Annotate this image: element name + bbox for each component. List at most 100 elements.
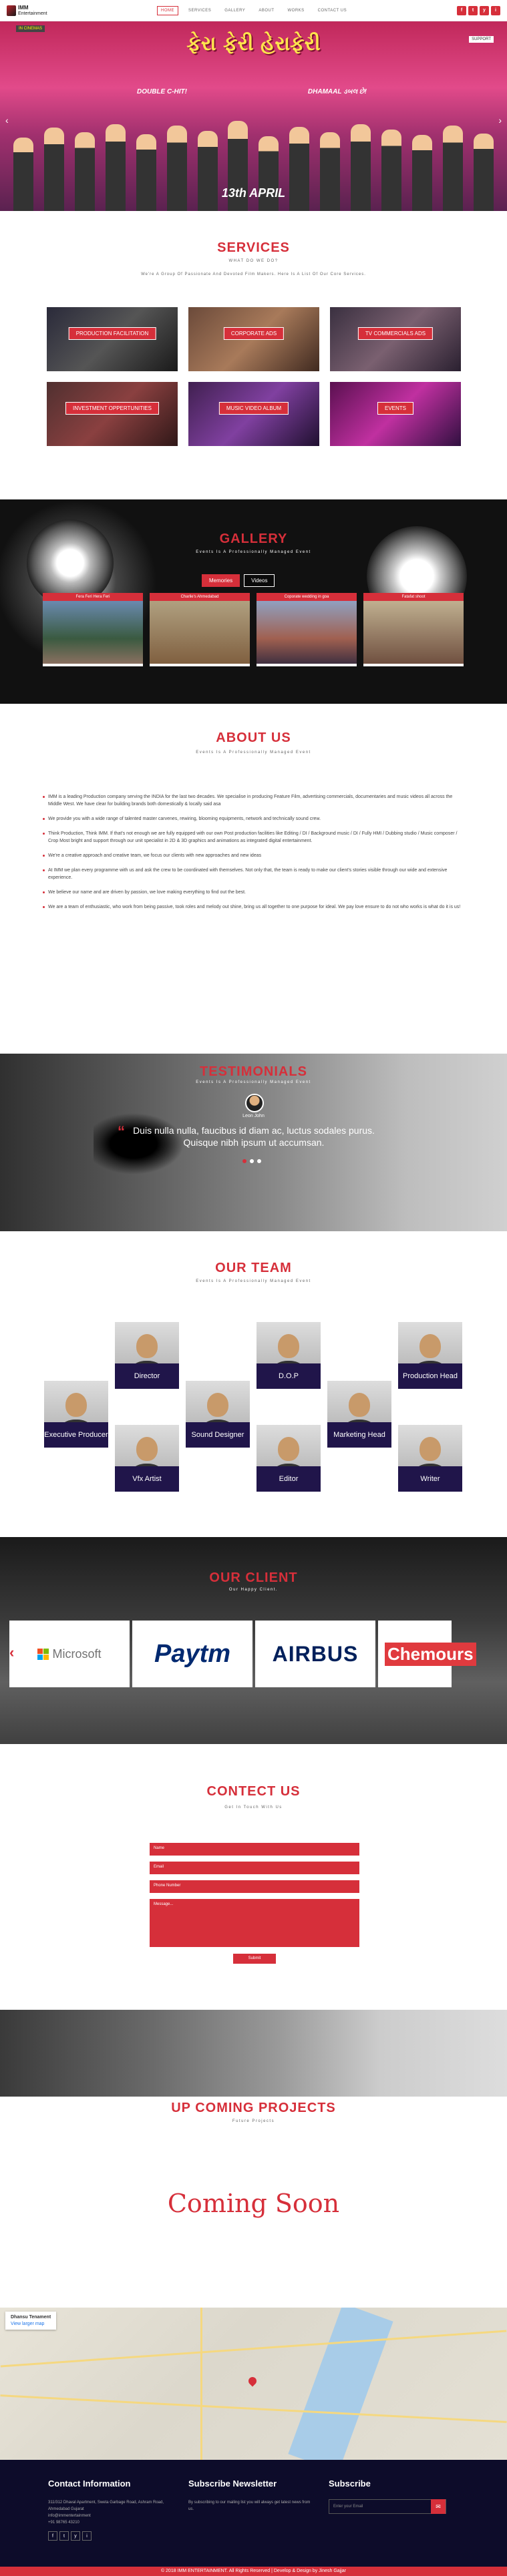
service-card[interactable]: CORPORATE ADS <box>188 307 319 371</box>
nav-home[interactable]: HOME <box>157 5 178 15</box>
gallery-item[interactable]: Charlie's Ahmedabad <box>150 593 250 666</box>
client-logo-microsoft[interactable]: Microsoft <box>9 1621 130 1687</box>
service-card[interactable]: MUSIC VIDEO ALBUM <box>188 382 319 446</box>
nav-gallery[interactable]: GALLERY <box>221 7 248 15</box>
team-role: Editor <box>257 1466 321 1492</box>
team-card-production-head[interactable]: Production Head <box>398 1322 462 1389</box>
client-logos: Microsoft Paytm AIRBUS Chemours <box>9 1621 476 1687</box>
team-card-vfx-artist[interactable]: Vfx Artist <box>115 1425 179 1492</box>
team-card-sound-designer[interactable]: Sound Designer <box>186 1381 250 1448</box>
twitter-icon[interactable]: t <box>468 5 478 15</box>
gallery-item[interactable]: Coporate wedding in goa <box>257 593 357 666</box>
footer-email[interactable]: info@immentertainment <box>48 2513 175 2519</box>
tab-videos[interactable]: Videos <box>244 574 275 587</box>
chevron-right-icon[interactable]: › <box>498 115 502 126</box>
about-subtitle: Events Is A Professionally Managed Event <box>196 750 311 755</box>
client-logo-airbus[interactable]: AIRBUS <box>255 1621 375 1687</box>
client-logo-chemours[interactable]: Chemours <box>378 1621 476 1687</box>
service-label: PRODUCTION FACILITATION <box>68 327 156 340</box>
view-larger-map-link[interactable]: View larger map <box>11 2322 51 2326</box>
service-card[interactable]: EVENTS <box>330 382 461 446</box>
chevron-left-icon[interactable]: ‹ <box>5 115 9 126</box>
email-field[interactable]: Email <box>150 1862 359 1874</box>
youtube-icon[interactable]: y <box>480 5 489 15</box>
avatar <box>245 1094 264 1112</box>
team-card-editor[interactable]: Editor <box>257 1425 321 1492</box>
phone-field[interactable]: Phone Number <box>150 1880 359 1893</box>
team-role: Vfx Artist <box>115 1466 179 1492</box>
hero-banner[interactable]: IN CINEMAS SUPPORT ફેરા ફેરી હેરાફેરી DO… <box>0 21 507 211</box>
microsoft-icon <box>37 1648 49 1660</box>
send-icon[interactable]: ✉ <box>431 2499 446 2514</box>
gallery-item[interactable]: Fatafat shoot <box>363 593 464 666</box>
testimonial-author: Leon John <box>242 1114 265 1118</box>
copyright-bar: © 2018 IMM ENTERTAINMENT. All Rights Res… <box>0 2567 507 2576</box>
twitter-icon[interactable]: t <box>59 2531 69 2541</box>
carousel-dot[interactable] <box>257 1159 261 1163</box>
carousel-dot[interactable] <box>250 1159 254 1163</box>
service-card[interactable]: INVESTMENT OPPERTUNITIES <box>47 382 178 446</box>
nav-services[interactable]: SERVICES <box>185 7 214 15</box>
testimonial-quote: Duis nulla nulla, faucibus id diam ac, l… <box>133 1125 375 1148</box>
team-role: Marketing Head <box>327 1422 391 1448</box>
team-card-writer[interactable]: Writer <box>398 1425 462 1492</box>
about-point: We believe our name and are driven by pa… <box>43 889 464 896</box>
footer-contact: Contact Information 311/312 Dhaval Apart… <box>48 2479 175 2541</box>
team-role: Production Head <box>398 1363 462 1389</box>
carousel-dot[interactable] <box>242 1159 246 1163</box>
facebook-icon[interactable]: f <box>457 5 466 15</box>
footer-address: 311/312 Dhaval Apartment, Sweta Garbage … <box>48 2501 164 2511</box>
footer-social: f t y i <box>48 2531 175 2541</box>
nav-contact[interactable]: CONTACT US <box>315 7 350 15</box>
instagram-icon[interactable]: i <box>82 2531 92 2541</box>
logo-line-1: IMM <box>18 4 29 11</box>
hero-badge-left: IN CINEMAS <box>16 25 45 32</box>
youtube-icon[interactable]: y <box>71 2531 80 2541</box>
chevron-left-icon[interactable]: ‹ <box>9 1644 14 1661</box>
message-field[interactable]: Message... <box>150 1899 359 1947</box>
map-pin-icon[interactable] <box>246 2375 259 2387</box>
nav-works[interactable]: WORKS <box>284 7 307 15</box>
team-card-director[interactable]: Director <box>115 1322 179 1389</box>
gallery-caption: Fera Feri Hera Feri <box>43 593 143 601</box>
submit-button[interactable]: Submit <box>233 1954 276 1964</box>
team-card-marketing-head[interactable]: Marketing Head <box>327 1381 391 1448</box>
service-label: INVESTMENT OPPERTUNITIES <box>65 402 159 415</box>
service-label: TV COMMERCIALS ADS <box>357 327 434 340</box>
projects-title: UP COMING PROJECTS <box>171 2101 336 2115</box>
map-place-name: Dhansu Tenament <box>11 2315 51 2320</box>
gallery-section: GALLERY Events Is A Professionally Manag… <box>0 499 507 704</box>
contact-title: CONTECT US <box>206 1784 301 1799</box>
footer-newsletter-title: Subscribe Newsletter <box>188 2479 277 2489</box>
name-field[interactable]: Name <box>150 1843 359 1856</box>
footer-contact-title: Contact Information <box>48 2479 131 2489</box>
team-card-executive-producer[interactable]: Executive Producer <box>44 1381 108 1448</box>
clients-section: OUR CLIENT Our Happy Client. Microsoft P… <box>0 1537 507 1744</box>
services-description: We're A Group Of Passionate And Devoted … <box>141 272 366 276</box>
about-point: Think Production, Think IMM. If that's n… <box>43 830 464 845</box>
testimonials-subtitle: Events Is A Professionally Managed Event <box>196 1080 311 1084</box>
footer: Contact Information 311/312 Dhaval Apart… <box>0 2460 507 2567</box>
clients-title: OUR CLIENT <box>209 1570 298 1585</box>
location-map[interactable]: Dhansu Tenament View larger map <box>0 2308 507 2460</box>
team-card-dop[interactable]: D.O.P <box>257 1322 321 1389</box>
team-role: Director <box>115 1363 179 1389</box>
service-card[interactable]: TV COMMERCIALS ADS <box>330 307 461 371</box>
gallery-item[interactable]: Fera Feri Hera Feri <box>43 593 143 666</box>
service-label: CORPORATE ADS <box>223 327 285 340</box>
map-info-box: Dhansu Tenament View larger map <box>5 2312 57 2330</box>
nav-about[interactable]: ABOUT <box>255 7 277 15</box>
service-card[interactable]: PRODUCTION FACILITATION <box>47 307 178 371</box>
subscribe-input[interactable]: Enter your Email ✉ <box>329 2499 446 2514</box>
about-point: We provide you with a wide range of tale… <box>43 815 464 823</box>
service-label: MUSIC VIDEO ALBUM <box>218 402 289 415</box>
contact-subtitle: Get In Touch With Us <box>224 1805 283 1809</box>
social-links-top: f t y i <box>457 5 500 15</box>
facebook-icon[interactable]: f <box>48 2531 57 2541</box>
tab-memories[interactable]: Memories <box>202 574 240 587</box>
testimonials-section: TESTIMONIALS Events Is A Professionally … <box>0 1054 507 1231</box>
services-grid: PRODUCTION FACILITATION CORPORATE ADS TV… <box>47 307 461 446</box>
client-logo-paytm[interactable]: Paytm <box>132 1621 252 1687</box>
logo[interactable]: IMM Entertainment <box>7 5 60 17</box>
instagram-icon[interactable]: i <box>491 5 500 15</box>
